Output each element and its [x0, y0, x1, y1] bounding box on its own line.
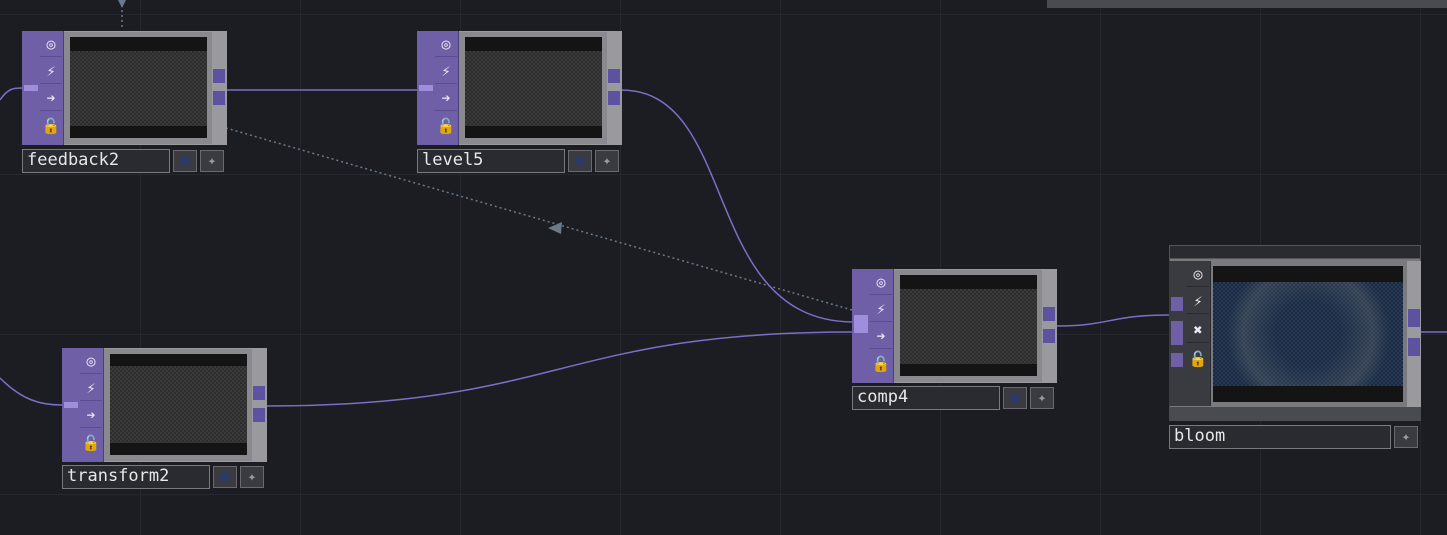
output-connector[interactable] [213, 91, 225, 105]
cook-icon[interactable]: ⚡ [870, 298, 892, 322]
node-feedback2[interactable]: ◎ ⚡ ➔ 🔓 feedback2 ✦ [22, 31, 227, 174]
node-viewer-preview[interactable] [465, 37, 602, 138]
node-viewer-preview[interactable] [900, 275, 1037, 376]
viewer-dot-icon [180, 156, 190, 166]
viewer-toggle-icon[interactable]: ◎ [80, 350, 102, 374]
lock-icon[interactable]: 🔓 [870, 352, 892, 376]
output-connector[interactable] [1408, 309, 1420, 327]
node-name-label[interactable]: transform2 [62, 465, 210, 489]
input-connector[interactable] [419, 85, 433, 91]
wire-in-transform2[interactable] [0, 377, 63, 406]
output-connector[interactable] [608, 69, 620, 83]
lock-icon[interactable]: 🔓 [1187, 347, 1209, 371]
output-strip [607, 31, 621, 145]
input-connector[interactable] [1171, 353, 1183, 367]
input-connector[interactable] [64, 402, 78, 408]
viewer-dot-icon [220, 472, 230, 482]
lock-icon[interactable]: 🔓 [80, 431, 102, 455]
node-comp4[interactable]: ◎ ⚡ ➔ 🔓 comp4 ✦ [852, 269, 1057, 412]
operator-flag-bar: ◎ ⚡ ➔ 🔓 [417, 31, 459, 145]
input-connector[interactable] [24, 85, 38, 91]
texture-thumbnail [900, 289, 1037, 364]
output-connector[interactable] [213, 69, 225, 83]
input-connector[interactable] [1171, 297, 1183, 311]
input-connector[interactable] [854, 315, 868, 333]
viewer-toggle-icon[interactable]: ◎ [435, 33, 457, 57]
output-strip [212, 31, 226, 145]
viewer-active-button[interactable] [1003, 387, 1027, 409]
node-bloom[interactable]: ◎ ⚡ ✖ 🔓 bloom ✦ [1169, 245, 1421, 452]
star-icon[interactable]: ✦ [595, 150, 619, 172]
wire-comp4-bloom[interactable] [1055, 314, 1170, 327]
star-icon[interactable]: ✦ [200, 150, 224, 172]
output-connector[interactable] [1043, 307, 1055, 321]
node-name-label[interactable]: feedback2 [22, 149, 170, 173]
input-connector[interactable] [1171, 321, 1183, 345]
display-icon[interactable]: ➔ [80, 404, 102, 428]
cook-icon[interactable]: ⚡ [40, 60, 62, 84]
output-strip [252, 348, 266, 462]
texture-thumbnail [110, 366, 247, 443]
wire-level5-comp4[interactable] [620, 89, 853, 323]
output-strip [1407, 261, 1421, 407]
texture-thumbnail [70, 51, 207, 126]
wire-in-feedback2[interactable] [0, 87, 23, 101]
operator-flag-bar: ◎ ⚡ ➔ 🔓 [62, 348, 104, 462]
node-level5[interactable]: ◎ ⚡ ➔ 🔓 level5 ✦ [417, 31, 622, 174]
viewer-toggle-icon[interactable]: ◎ [870, 271, 892, 295]
wire-transform2-comp4[interactable] [264, 331, 853, 407]
viewer-active-button[interactable] [173, 150, 197, 172]
output-connector[interactable] [253, 408, 265, 422]
display-icon[interactable]: ➔ [435, 87, 457, 111]
viewer-dot-icon [575, 156, 585, 166]
viewer-toggle-icon[interactable]: ◎ [40, 33, 62, 57]
node-viewer-preview[interactable] [110, 354, 247, 455]
output-strip [1042, 269, 1056, 383]
output-connector[interactable] [1408, 338, 1420, 356]
dotted-wire-top-arrow [118, 0, 126, 8]
texture-thumbnail [1213, 282, 1403, 386]
lock-icon[interactable]: 🔓 [40, 114, 62, 138]
texture-thumbnail [465, 51, 602, 126]
node-viewer-preview[interactable] [70, 37, 207, 138]
operator-flag-bar: ◎ ⚡ ➔ 🔓 [22, 31, 64, 145]
node-name-label[interactable]: comp4 [852, 386, 1000, 410]
output-connector[interactable] [608, 91, 620, 105]
star-icon[interactable]: ✦ [240, 466, 264, 488]
viewer-active-button[interactable] [213, 466, 237, 488]
operator-flag-bar: ◎ ⚡ ➔ 🔓 [852, 269, 894, 383]
cook-icon[interactable]: ⚡ [80, 377, 102, 401]
cook-icon[interactable]: ⚡ [435, 60, 457, 84]
node-transform2[interactable]: ◎ ⚡ ➔ 🔓 transform2 ✦ [62, 348, 267, 491]
lock-icon[interactable]: 🔓 [435, 114, 457, 138]
node-name-label[interactable]: bloom [1169, 425, 1391, 449]
cook-icon[interactable]: ⚡ [1187, 290, 1209, 314]
node-viewer-preview[interactable] [1213, 266, 1403, 402]
node-footer-strip [1169, 407, 1421, 421]
viewer-active-button[interactable] [568, 150, 592, 172]
output-connector[interactable] [1043, 329, 1055, 343]
display-icon[interactable]: ➔ [40, 87, 62, 111]
reference-link-arrow [548, 222, 562, 234]
output-connector[interactable] [253, 386, 265, 400]
node-header-strip [1169, 245, 1421, 259]
operator-flag-bar: ◎ ⚡ ✖ 🔓 [1169, 261, 1211, 406]
viewer-dot-icon [1010, 393, 1020, 403]
node-name-label[interactable]: level5 [417, 149, 565, 173]
star-icon[interactable]: ✦ [1394, 426, 1418, 448]
display-icon[interactable]: ➔ [870, 325, 892, 349]
bypass-icon[interactable]: ✖ [1187, 319, 1209, 343]
star-icon[interactable]: ✦ [1030, 387, 1054, 409]
viewer-toggle-icon[interactable]: ◎ [1187, 263, 1209, 287]
